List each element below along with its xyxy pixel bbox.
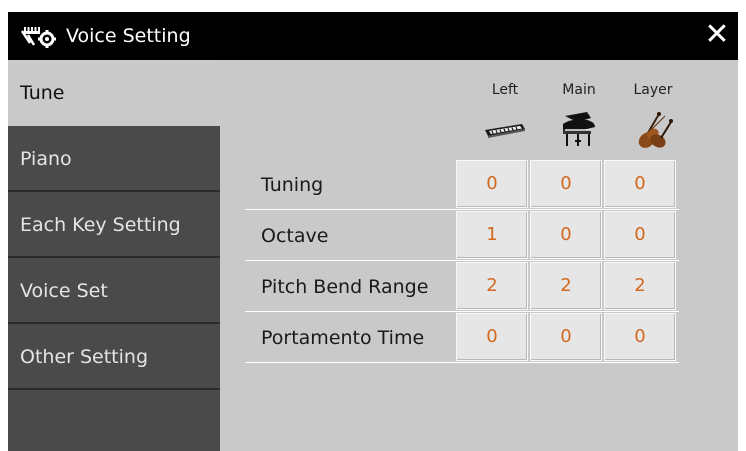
row-label-portamento-time: Portamento Time (261, 327, 425, 349)
tuning-layer-value[interactable]: 0 (604, 160, 676, 208)
keyboard-icon (468, 115, 542, 155)
sidebar-empty-slot (8, 390, 220, 451)
tab-tune[interactable]: Tune (8, 60, 220, 126)
octave-left-value[interactable]: 1 (456, 211, 528, 259)
pitch-bend-range-left-value[interactable]: 2 (456, 262, 528, 310)
column-header-left: Left (491, 82, 519, 98)
tab-other-setting[interactable]: Other Setting (8, 324, 220, 390)
sidebar: Tune Piano Each Key Setting Voice Set Ot… (8, 60, 220, 451)
title-bar: Voice Setting ✕ (8, 12, 738, 60)
tuning-main-value[interactable]: 0 (530, 160, 602, 208)
row-label-tuning: Tuning (261, 174, 324, 196)
window-title: Voice Setting (66, 25, 191, 47)
violin-icon (616, 110, 690, 150)
pitch-bend-range-main-value[interactable]: 2 (530, 262, 602, 310)
portamento-time-left-value[interactable]: 0 (456, 313, 528, 361)
close-button[interactable]: ✕ (702, 20, 732, 52)
octave-main-value[interactable]: 0 (530, 211, 602, 259)
tab-voice-set[interactable]: Voice Set (8, 258, 220, 324)
tab-piano[interactable]: Piano (8, 126, 220, 192)
tuning-left-value[interactable]: 0 (456, 160, 528, 208)
column-header-layer: Layer (633, 82, 673, 98)
row-label-pitch-bend-range: Pitch Bend Range (261, 276, 429, 298)
voice-setting-window: Voice Setting ✕ Tune Piano Each Key Sett… (8, 12, 738, 451)
row-label-octave: Octave (261, 225, 329, 247)
close-icon: ✕ (704, 17, 730, 52)
voice-setting-icon (20, 23, 66, 49)
column-header-main: Main (562, 82, 596, 98)
pitch-bend-range-layer-value[interactable]: 2 (604, 262, 676, 310)
octave-layer-value[interactable]: 0 (604, 211, 676, 259)
portamento-time-main-value[interactable]: 0 (530, 313, 602, 361)
portamento-time-layer-value[interactable]: 0 (604, 313, 676, 361)
tab-each-key-setting[interactable]: Each Key Setting (8, 192, 220, 258)
grand-piano-icon (542, 110, 616, 150)
